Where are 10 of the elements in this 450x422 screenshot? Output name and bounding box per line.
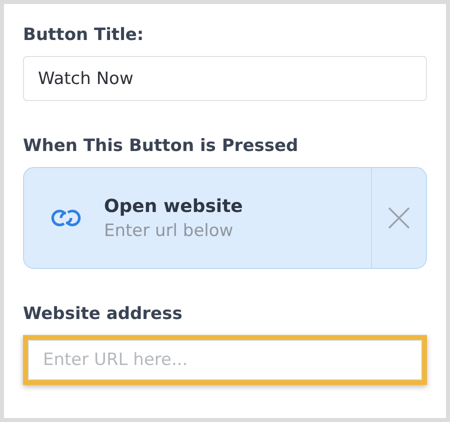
field-label: Website address (23, 303, 184, 325)
link-icon (50, 207, 82, 229)
action-subtitle: Enter url below (104, 220, 234, 240)
url-field[interactable]: Enter URL here... (28, 340, 422, 380)
action-title: Open website (104, 196, 243, 216)
close-icon (387, 206, 411, 230)
field-label: When This Button is Pressed (23, 135, 300, 157)
action-card[interactable]: Open website Enter url below (23, 167, 427, 269)
button-title-field[interactable]: Watch Now (23, 56, 427, 101)
field-label: Button Title: (23, 24, 145, 46)
